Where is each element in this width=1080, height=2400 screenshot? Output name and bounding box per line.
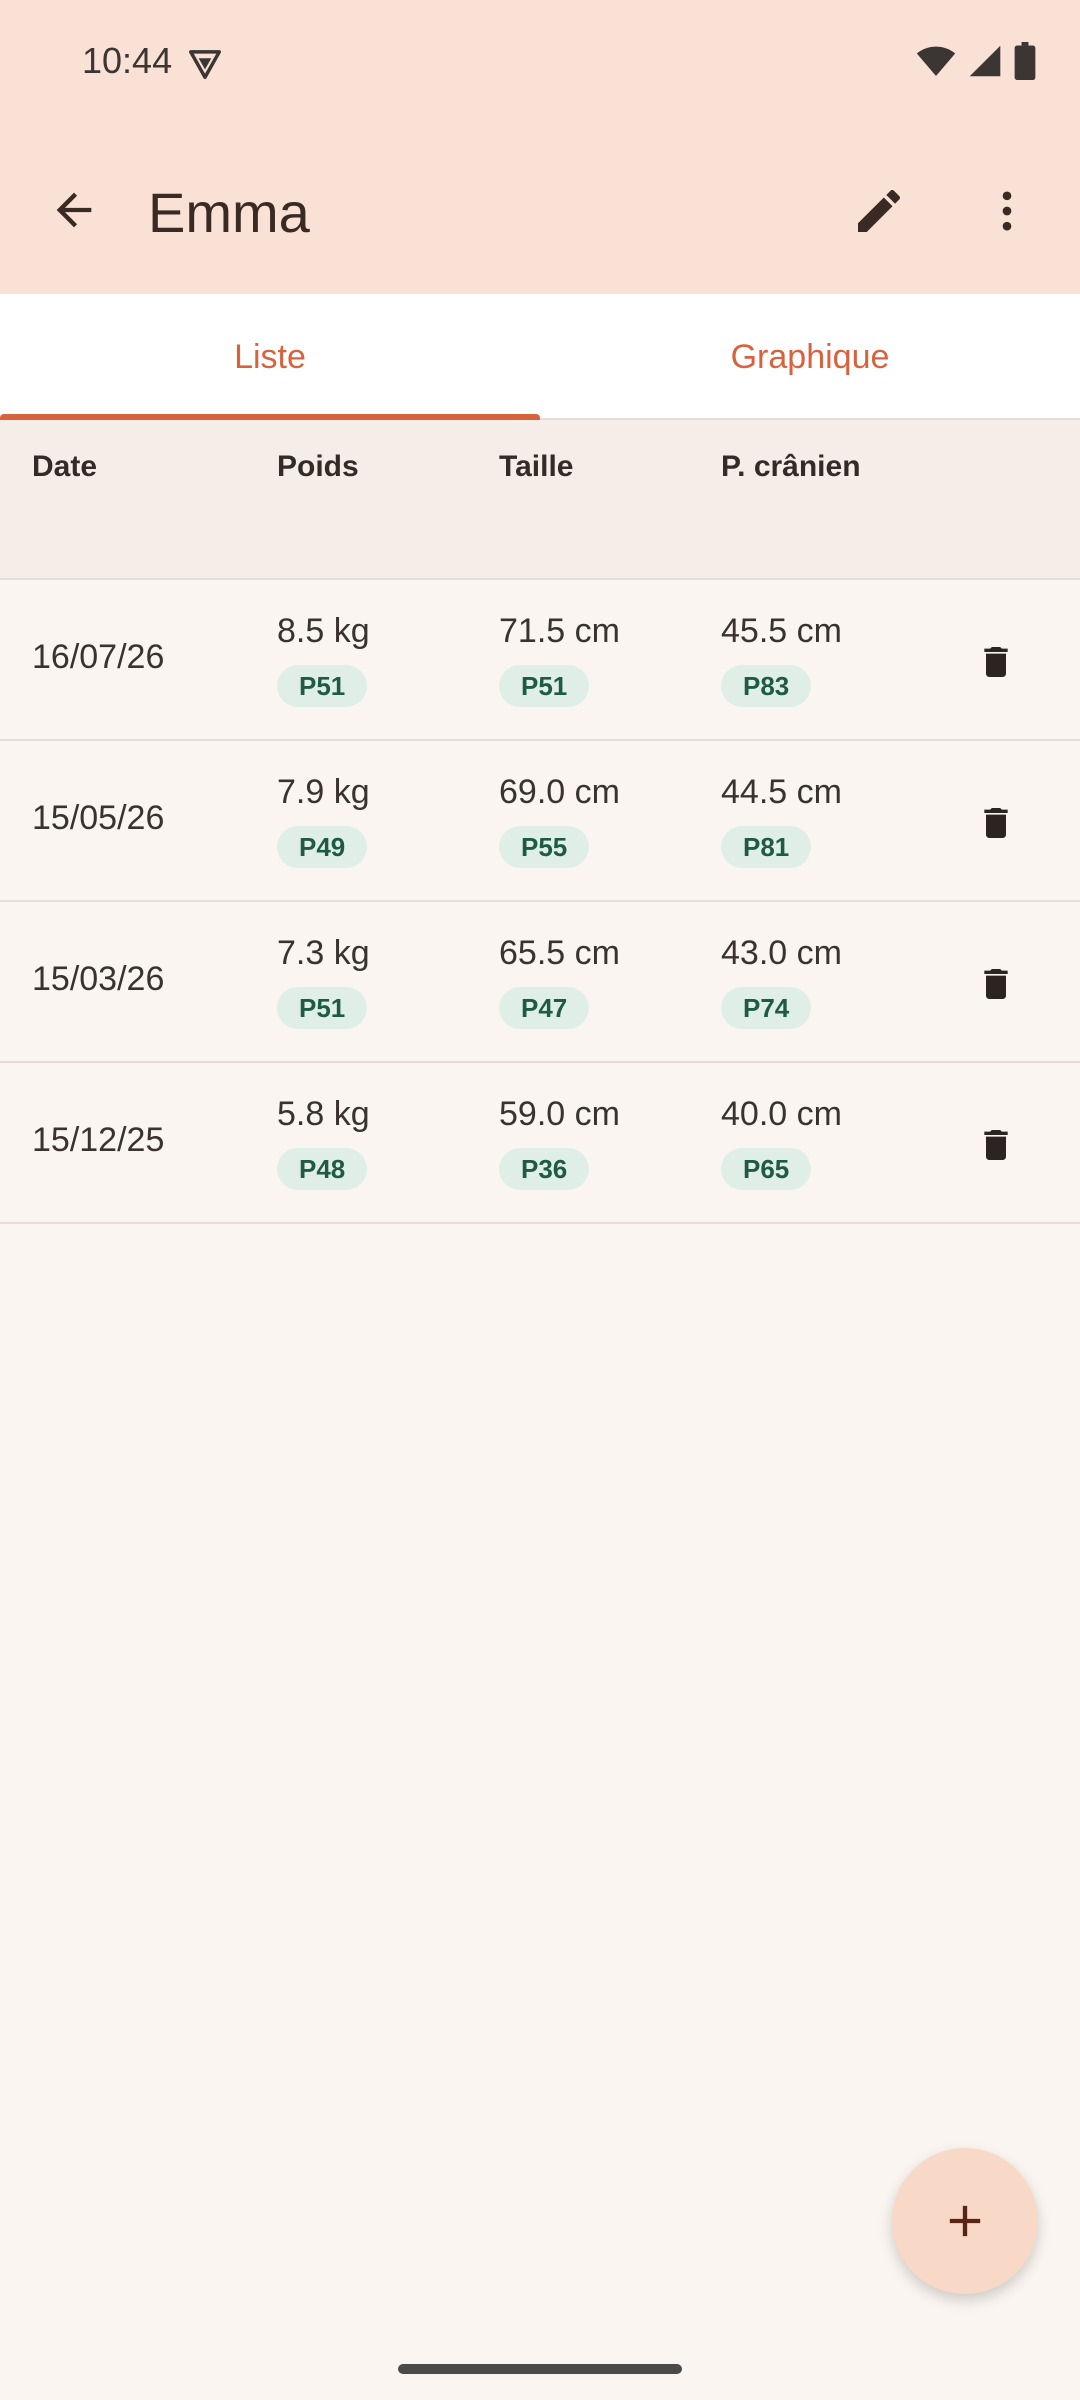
percentile-badge: P51 — [277, 987, 368, 1029]
percentile-badge: P81 — [721, 826, 812, 868]
row-date: 15/12/25 — [32, 1121, 165, 1159]
delete-button[interactable] — [970, 636, 1022, 688]
battery-icon — [1014, 42, 1036, 85]
row-poids: 5.8 kg P48 — [277, 1095, 370, 1190]
row-taille: 59.0 cm P36 — [499, 1095, 620, 1190]
wifi-icon — [916, 43, 956, 84]
percentile-badge: P51 — [277, 665, 368, 707]
row-date: 15/05/26 — [32, 799, 165, 837]
delete-button[interactable] — [970, 797, 1022, 849]
taille-value: 59.0 cm — [499, 1095, 620, 1133]
measurement-list: 16/07/26 8.5 kg P51 71.5 cm P51 45.5 cm … — [0, 580, 1080, 1224]
poids-value: 7.3 kg — [277, 934, 370, 972]
trash-icon — [984, 1130, 1008, 1160]
row-taille: 71.5 cm P51 — [499, 612, 620, 707]
crane-value: 44.5 cm — [721, 773, 842, 811]
table-row[interactable]: 15/03/26 7.3 kg P51 65.5 cm P47 43.0 cm … — [0, 902, 1080, 1063]
taille-value: 71.5 cm — [499, 612, 620, 650]
percentile-badge: P36 — [499, 1148, 590, 1190]
table-row[interactable]: 15/12/25 5.8 kg P48 59.0 cm P36 40.0 cm … — [0, 1063, 1080, 1224]
row-taille: 69.0 cm P55 — [499, 773, 620, 868]
row-crane: 45.5 cm P83 — [721, 612, 842, 707]
tab-bar: Liste Graphique — [0, 294, 1080, 422]
table-row[interactable]: 15/05/26 7.9 kg P49 69.0 cm P55 44.5 cm … — [0, 741, 1080, 902]
row-poids: 8.5 kg P51 — [277, 612, 370, 707]
pencil-icon — [858, 189, 901, 232]
percentile-badge: P49 — [277, 826, 368, 868]
tab-liste[interactable]: Liste — [0, 294, 540, 422]
delete-button[interactable] — [970, 958, 1022, 1010]
page-title: Emma — [148, 181, 310, 244]
crane-value: 45.5 cm — [721, 612, 842, 650]
edit-button[interactable] — [840, 172, 918, 250]
trash-icon — [984, 808, 1008, 838]
crane-value: 40.0 cm — [721, 1095, 842, 1133]
percentile-badge: P48 — [277, 1148, 368, 1190]
plus-icon — [949, 2205, 981, 2237]
row-date: 16/07/26 — [32, 638, 165, 676]
percentile-badge: P74 — [721, 987, 812, 1029]
poids-value: 5.8 kg — [277, 1095, 370, 1133]
row-poids: 7.9 kg P49 — [277, 773, 370, 868]
trash-icon — [984, 647, 1008, 677]
arrow-left-icon — [56, 192, 92, 228]
column-header-taille: Taille — [499, 450, 574, 483]
taille-value: 65.5 cm — [499, 934, 620, 972]
percentile-badge: P55 — [499, 826, 590, 868]
more-vert-icon — [1002, 191, 1012, 231]
taille-value: 69.0 cm — [499, 773, 620, 811]
back-button[interactable] — [36, 172, 112, 248]
tab-graphique[interactable]: Graphique — [540, 294, 1080, 420]
trash-icon — [984, 969, 1008, 999]
delete-button[interactable] — [970, 1119, 1022, 1171]
column-header-poids: Poids — [277, 450, 359, 483]
home-indicator[interactable] — [398, 2364, 682, 2374]
crane-value: 43.0 cm — [721, 934, 842, 972]
more-options-button[interactable] — [968, 172, 1046, 250]
column-header-crane: P. crânien — [721, 450, 861, 483]
add-measurement-button[interactable] — [892, 2148, 1038, 2294]
status-time: 10:44 — [82, 40, 173, 81]
vpn-shield-icon — [186, 44, 224, 82]
tab-liste-label: Liste — [234, 337, 306, 376]
row-taille: 65.5 cm P47 — [499, 934, 620, 1029]
row-crane: 40.0 cm P65 — [721, 1095, 842, 1190]
percentile-badge: P83 — [721, 665, 812, 707]
percentile-badge: P51 — [499, 665, 590, 707]
row-crane: 43.0 cm P74 — [721, 934, 842, 1029]
signal-icon — [968, 44, 1002, 83]
row-crane: 44.5 cm P81 — [721, 773, 842, 868]
poids-value: 7.9 kg — [277, 773, 370, 811]
tab-graphique-label: Graphique — [730, 337, 890, 376]
row-poids: 7.3 kg P51 — [277, 934, 370, 1029]
table-row[interactable]: 16/07/26 8.5 kg P51 71.5 cm P51 45.5 cm … — [0, 580, 1080, 741]
row-date: 15/03/26 — [32, 960, 165, 998]
column-header-date: Date — [32, 450, 98, 483]
status-bar: 10:44 — [0, 0, 1080, 128]
percentile-badge: P47 — [499, 987, 590, 1029]
table-header: Date Poids Taille P. crânien — [0, 420, 1080, 580]
poids-value: 8.5 kg — [277, 612, 370, 650]
app-bar: Emma — [0, 128, 1080, 294]
percentile-badge: P65 — [721, 1148, 812, 1190]
